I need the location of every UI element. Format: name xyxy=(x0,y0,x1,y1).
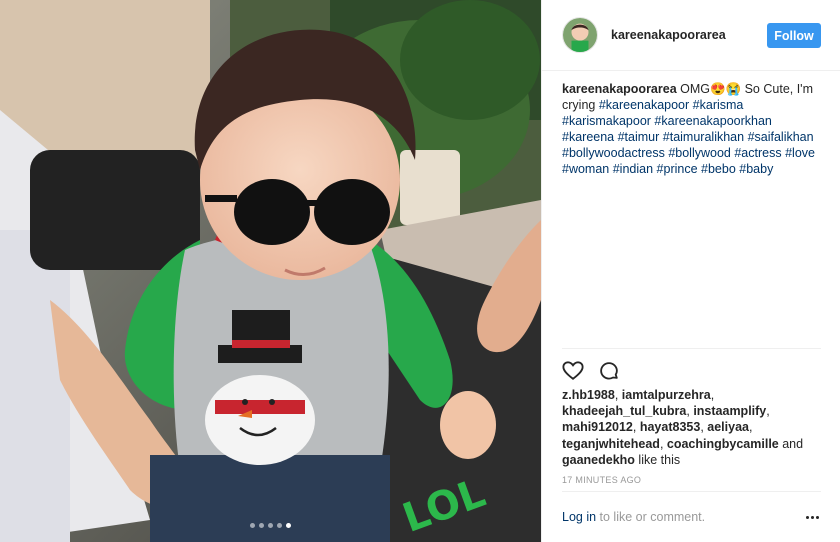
carousel-dot-active xyxy=(286,523,291,528)
liker-username[interactable]: khadeejah_tul_kubra xyxy=(562,404,686,418)
hashtag-link[interactable]: #karismakapoor xyxy=(562,114,651,128)
carousel-dot xyxy=(268,523,273,528)
hashtag-link[interactable]: #woman xyxy=(562,162,609,176)
hashtag-link[interactable]: #love xyxy=(785,146,815,160)
hashtag-link[interactable]: #kareenakapoor xyxy=(599,98,689,112)
liker-username[interactable]: hayat8353 xyxy=(640,420,700,434)
liker-username[interactable]: mahi912012 xyxy=(562,420,633,434)
liker-username[interactable]: instaamplify xyxy=(693,404,766,418)
hashtag-link[interactable]: #taimuralikhan xyxy=(663,130,744,144)
hashtag-link[interactable]: #baby xyxy=(739,162,773,176)
login-prompt-rest: to like or comment. xyxy=(596,510,706,524)
carousel-dot xyxy=(277,523,282,528)
hashtag-link[interactable]: #saifalikhan xyxy=(748,130,814,144)
liker-username[interactable]: z.hb1988 xyxy=(562,388,615,402)
likes-summary: z.hb1988, iamtalpurzehra, khadeejah_tul_… xyxy=(562,388,804,467)
follow-button[interactable]: Follow xyxy=(767,23,821,48)
post-sidebar: kareenakapoorarea Follow kareenakapoorar… xyxy=(541,0,840,542)
hashtag-link[interactable]: #prince xyxy=(657,162,698,176)
post-image: LOL xyxy=(0,0,541,542)
post-header: kareenakapoorarea Follow xyxy=(542,0,840,71)
hashtag-link[interactable]: #kareena xyxy=(562,130,614,144)
username-link[interactable]: kareenakapoorarea xyxy=(611,28,726,42)
carousel-indicator xyxy=(0,523,541,528)
hashtag-link[interactable]: #kareenakapoorkhan xyxy=(654,114,771,128)
carousel-dot xyxy=(250,523,255,528)
comment-footer: Log in to like or comment. xyxy=(562,491,821,542)
comment-icon[interactable] xyxy=(598,360,620,389)
hashtag-list: #kareenakapoor #karisma #karismakapoor #… xyxy=(562,98,815,176)
hashtag-link[interactable]: #karisma xyxy=(693,98,744,112)
likes-suffix: like this xyxy=(638,452,681,467)
hashtag-link[interactable]: #taimur xyxy=(618,130,660,144)
liker-username[interactable]: teganjwhitehead xyxy=(562,437,660,451)
heart-icon[interactable] xyxy=(562,360,584,389)
hashtag-link[interactable]: #indian xyxy=(613,162,653,176)
hashtag-link[interactable]: #bollywoodactress xyxy=(562,146,665,160)
liker-username[interactable]: gaanedekho xyxy=(562,453,635,467)
instagram-post: LOL kareenakapoorarea Follow kareenakapo… xyxy=(0,0,840,542)
hashtag-link[interactable]: #bollywood xyxy=(668,146,731,160)
login-prompt: Log in to like or comment. xyxy=(562,510,705,524)
hashtag-link[interactable]: #bebo xyxy=(701,162,736,176)
liker-username[interactable]: aeliyaa xyxy=(707,420,749,434)
login-link[interactable]: Log in xyxy=(562,510,596,524)
post-timestamp[interactable]: 17 MINUTES AGO xyxy=(562,475,641,485)
carousel-dot xyxy=(259,523,264,528)
post-caption: kareenakapoorarea OMG😍😭 So Cute, I'm cry… xyxy=(562,81,824,177)
post-photo[interactable]: LOL xyxy=(0,0,541,542)
more-options-icon[interactable] xyxy=(806,515,821,519)
hashtag-link[interactable]: #actress xyxy=(734,146,781,160)
action-bar xyxy=(562,348,821,389)
likes-and-text: and xyxy=(782,436,804,451)
caption-username[interactable]: kareenakapoorarea xyxy=(562,82,677,96)
liker-username[interactable]: coachingbycamille xyxy=(667,437,779,451)
avatar[interactable] xyxy=(562,17,598,53)
liker-username[interactable]: iamtalpurzehra xyxy=(622,388,711,402)
